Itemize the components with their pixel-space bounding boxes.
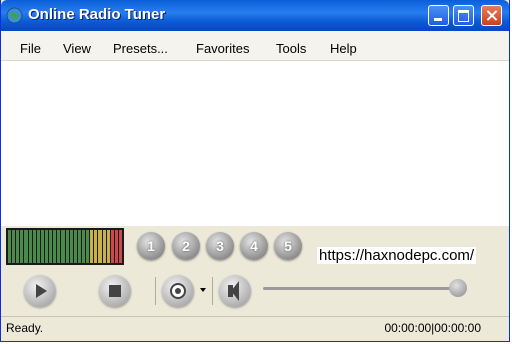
menu-favorites[interactable]: Favorites	[196, 41, 249, 56]
minimize-button[interactable]	[428, 5, 449, 26]
chevron-down-icon[interactable]	[200, 288, 206, 292]
close-button[interactable]	[481, 5, 502, 26]
vu-meter	[6, 228, 124, 265]
volume-slider-thumb[interactable]	[449, 279, 467, 297]
preset-button-3[interactable]: 3	[206, 232, 234, 260]
menu-view[interactable]: View	[63, 41, 91, 56]
app-window: Online Radio Tuner File View Presets... …	[0, 0, 510, 342]
content-area	[1, 61, 509, 226]
stop-icon	[109, 285, 121, 297]
record-button[interactable]	[162, 275, 194, 307]
menu-presets[interactable]: Presets...	[113, 41, 168, 56]
title-bar[interactable]: Online Radio Tuner	[1, 0, 509, 31]
toolbar-separator	[155, 277, 156, 305]
window-title: Online Radio Tuner	[28, 6, 166, 23]
menu-help[interactable]: Help	[330, 41, 357, 56]
menu-file[interactable]: File	[20, 41, 41, 56]
menu-tools[interactable]: Tools	[276, 41, 306, 56]
preset-button-4[interactable]: 4	[240, 232, 268, 260]
preset-button-5[interactable]: 5	[274, 232, 302, 260]
record-icon	[170, 283, 186, 299]
volume-slider-track[interactable]	[263, 287, 459, 290]
stop-button[interactable]	[99, 275, 131, 307]
toolbar-separator	[212, 277, 213, 305]
globe-icon	[6, 7, 23, 24]
preset-button-2[interactable]: 2	[172, 232, 200, 260]
status-bar: Ready. 00:00:00|00:00:00	[1, 316, 509, 341]
preset-button-1[interactable]: 1	[137, 232, 165, 260]
play-button[interactable]	[24, 275, 56, 307]
time-readout: 00:00:00|00:00:00	[384, 321, 481, 335]
status-text: Ready.	[6, 321, 44, 335]
maximize-button[interactable]	[453, 5, 474, 26]
watermark-url: https://haxnodepc.com/	[317, 247, 477, 264]
speaker-icon	[228, 281, 239, 301]
play-icon	[36, 284, 47, 298]
menu-bar: File View Presets... Favorites Tools Hel…	[1, 31, 509, 61]
mute-button[interactable]	[219, 275, 251, 307]
